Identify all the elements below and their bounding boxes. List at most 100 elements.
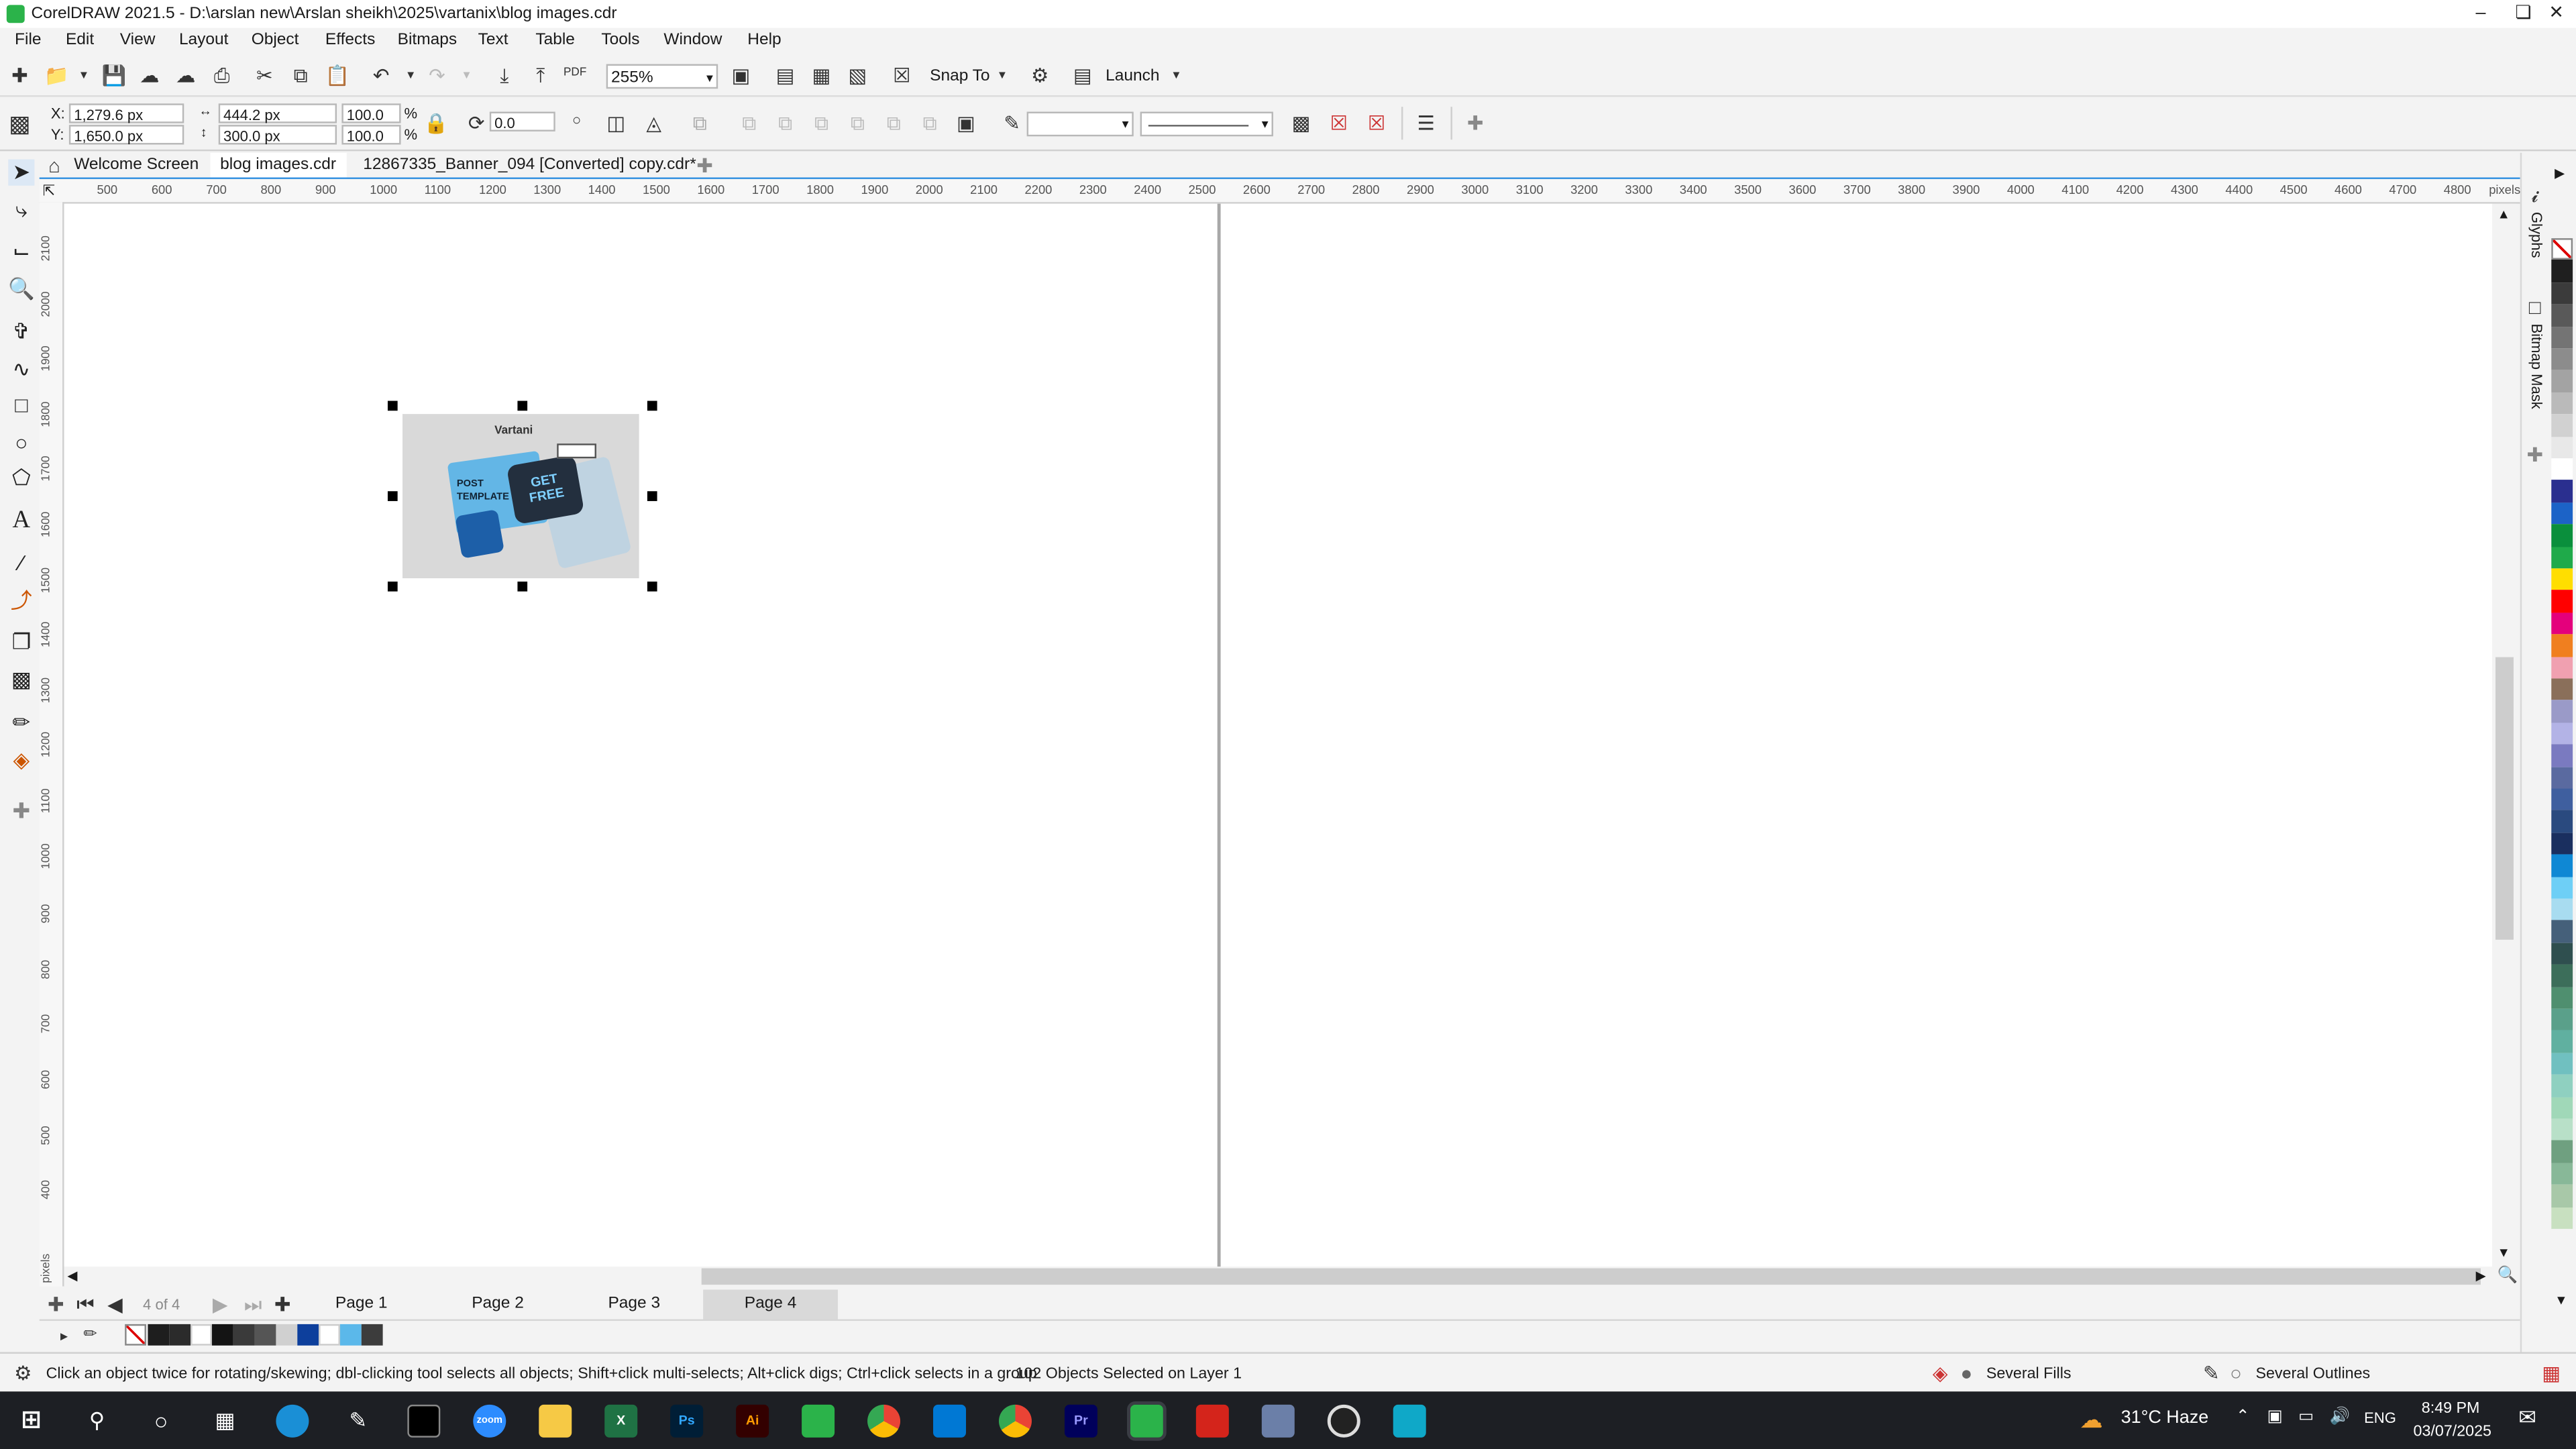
app-launcher-icon[interactable] — [1393, 1404, 1426, 1438]
intersect-icon[interactable]: ⧉ — [846, 112, 869, 135]
show-guidelines-icon[interactable]: ▧ — [846, 64, 869, 87]
scale-height-field[interactable]: 100.0 — [341, 125, 401, 145]
snap-to-button[interactable]: Snap To — [930, 67, 989, 85]
docker-tab-glyphs[interactable]: Glyphs — [2528, 212, 2544, 258]
swatch-no-color[interactable] — [125, 1324, 146, 1346]
options-gear-icon[interactable]: ⚙ — [1028, 64, 1051, 87]
full-screen-preview-icon[interactable]: ▣ — [729, 64, 752, 87]
palette-swatch[interactable] — [2551, 920, 2573, 943]
eyedropper-tool-icon[interactable]: ✏ — [8, 710, 34, 736]
vertical-scroll-thumb[interactable] — [2496, 657, 2514, 940]
drop-shadow-icon[interactable]: ❐ — [8, 629, 34, 655]
terminal-icon[interactable] — [407, 1404, 441, 1438]
palette-swatch[interactable] — [2551, 612, 2573, 635]
windows-start-icon[interactable]: ⊞ — [15, 1405, 48, 1438]
palette-swatch[interactable] — [2551, 414, 2573, 437]
excel-icon[interactable]: X — [604, 1404, 638, 1438]
select-all-icon[interactable]: ▩ — [1289, 112, 1312, 135]
remove-envelope-icon[interactable]: ☒ — [1365, 112, 1388, 135]
line-style-dropdown-icon[interactable]: ▾ — [1262, 115, 1269, 134]
close-button[interactable]: ✕ — [2533, 0, 2576, 28]
task-view-icon[interactable]: ▦ — [209, 1405, 241, 1438]
media-player-icon[interactable] — [1327, 1404, 1360, 1438]
palette-swatch[interactable] — [2551, 876, 2573, 899]
outline-width-dropdown-icon[interactable]: ▾ — [1122, 115, 1129, 134]
palette-swatch[interactable] — [2551, 1163, 2573, 1185]
palette-swatch[interactable] — [2551, 590, 2573, 612]
swatch-white-2[interactable] — [319, 1324, 340, 1346]
first-page-icon[interactable]: ⏮ — [74, 1293, 97, 1316]
selection-handle[interactable] — [387, 400, 398, 411]
menu-tools[interactable]: Tools — [601, 32, 639, 50]
tab-blog-images[interactable]: blog images.cdr — [210, 152, 346, 178]
swatch-near-black[interactable] — [211, 1324, 233, 1346]
swatch-gray[interactable] — [254, 1324, 276, 1346]
mirror-vertical-icon[interactable]: ◬ — [643, 112, 665, 135]
palette-menu-icon[interactable]: ▸ — [52, 1324, 75, 1347]
connector-tool-icon[interactable]: ⤴ — [8, 588, 34, 614]
outline-width-combo[interactable]: ▾ — [1026, 111, 1134, 137]
tab-banner-094[interactable]: 12867335_Banner_094 [Converted] copy.cdr… — [354, 153, 706, 178]
drawing-canvas[interactable] — [64, 203, 2493, 1267]
clear-transform-icon[interactable]: ☒ — [1328, 112, 1350, 135]
edge-browser-icon[interactable] — [276, 1404, 309, 1438]
outline-pen-icon[interactable]: ✎ — [1000, 112, 1023, 135]
clock-time[interactable]: 8:49 PM — [2422, 1400, 2480, 1418]
tab-welcome-screen[interactable]: Welcome Screen — [64, 153, 209, 178]
export-icon[interactable]: ⤒ — [529, 64, 552, 87]
scroll-right-icon[interactable]: ▶ — [2476, 1269, 2486, 1283]
pick-tool-icon[interactable]: ➤ — [8, 159, 35, 186]
launch-dropdown-icon[interactable]: ▾ — [1165, 64, 1187, 87]
weather-text[interactable]: 31°C Haze — [2121, 1408, 2209, 1428]
group-icon[interactable]: ⧉ — [688, 112, 711, 135]
save-icon[interactable]: 💾 — [102, 64, 127, 87]
selection-handle[interactable] — [647, 491, 657, 501]
swatch-charcoal[interactable] — [233, 1324, 255, 1346]
show-rulers-icon[interactable]: ▤ — [773, 64, 796, 87]
rotation-field[interactable]: 0.0 — [489, 111, 555, 131]
palette-swatch[interactable] — [2551, 943, 2573, 965]
simplify-icon[interactable]: ⧉ — [882, 112, 905, 135]
palette-swatch[interactable] — [2551, 1096, 2573, 1119]
palette-swatch[interactable] — [2551, 436, 2573, 459]
publish-pdf-icon[interactable]: PDF — [564, 62, 586, 85]
search-icon[interactable]: ⚲ — [80, 1405, 113, 1438]
palette-swatch[interactable] — [2551, 766, 2573, 789]
parallel-dimension-icon[interactable]: ∕ — [8, 550, 34, 576]
chrome-profile-icon[interactable] — [998, 1404, 1032, 1438]
palette-swatch[interactable] — [2551, 656, 2573, 679]
rectangle-tool-icon[interactable]: □ — [8, 392, 34, 419]
add-page-after-icon[interactable]: ✚ — [271, 1293, 294, 1316]
interactive-fill-icon[interactable]: ◈ — [8, 747, 34, 773]
palette-swatch[interactable] — [2551, 1053, 2573, 1075]
line-style-combo[interactable]: ▾ — [1140, 111, 1273, 137]
lock-ratio-icon[interactable]: 🔒 — [424, 112, 449, 135]
bitmap-mask-icon[interactable]: □ — [2524, 296, 2546, 319]
page-tab-3[interactable]: Page 3 — [567, 1289, 702, 1319]
palette-scroll-down-icon[interactable]: ▼ — [2555, 1293, 2567, 1307]
selection-handle[interactable] — [517, 581, 528, 592]
palette-swatch[interactable] — [2551, 1030, 2573, 1053]
trim-icon[interactable]: ⧉ — [810, 112, 833, 135]
palette-expand-icon[interactable]: ▶ — [2555, 166, 2565, 180]
print-icon[interactable]: ⎙ — [210, 64, 233, 87]
tray-battery-icon[interactable]: ▭ — [2298, 1408, 2314, 1426]
swatch-sky-blue[interactable] — [339, 1324, 362, 1346]
palette-swatch[interactable] — [2551, 678, 2573, 701]
swatch-light-gray[interactable] — [276, 1324, 298, 1346]
selection-handle[interactable] — [647, 400, 657, 411]
selection-handle[interactable] — [517, 400, 528, 411]
palette-swatch[interactable] — [2551, 1075, 2573, 1097]
vertical-ruler[interactable]: 2100 2000 1900 1800 1700 1600 1500 1400 1300 1200… — [39, 202, 64, 1287]
fill-indicator-icon[interactable]: ◈ — [1929, 1362, 1951, 1385]
premiere-icon[interactable]: Pr — [1064, 1404, 1097, 1438]
palette-swatch[interactable] — [2551, 833, 2573, 855]
palette-swatch[interactable] — [2551, 744, 2573, 767]
weather-icon[interactable]: ☁ — [2080, 1406, 2102, 1434]
palette-swatch[interactable] — [2551, 546, 2573, 569]
mirror-horizontal-icon[interactable]: ◫ — [604, 112, 627, 135]
palette-swatch[interactable] — [2551, 370, 2573, 392]
copy-icon[interactable]: ⧉ — [289, 64, 312, 87]
zoom-app-icon[interactable]: zoom — [473, 1404, 506, 1438]
clock-date[interactable]: 03/07/2025 — [2414, 1423, 2491, 1441]
